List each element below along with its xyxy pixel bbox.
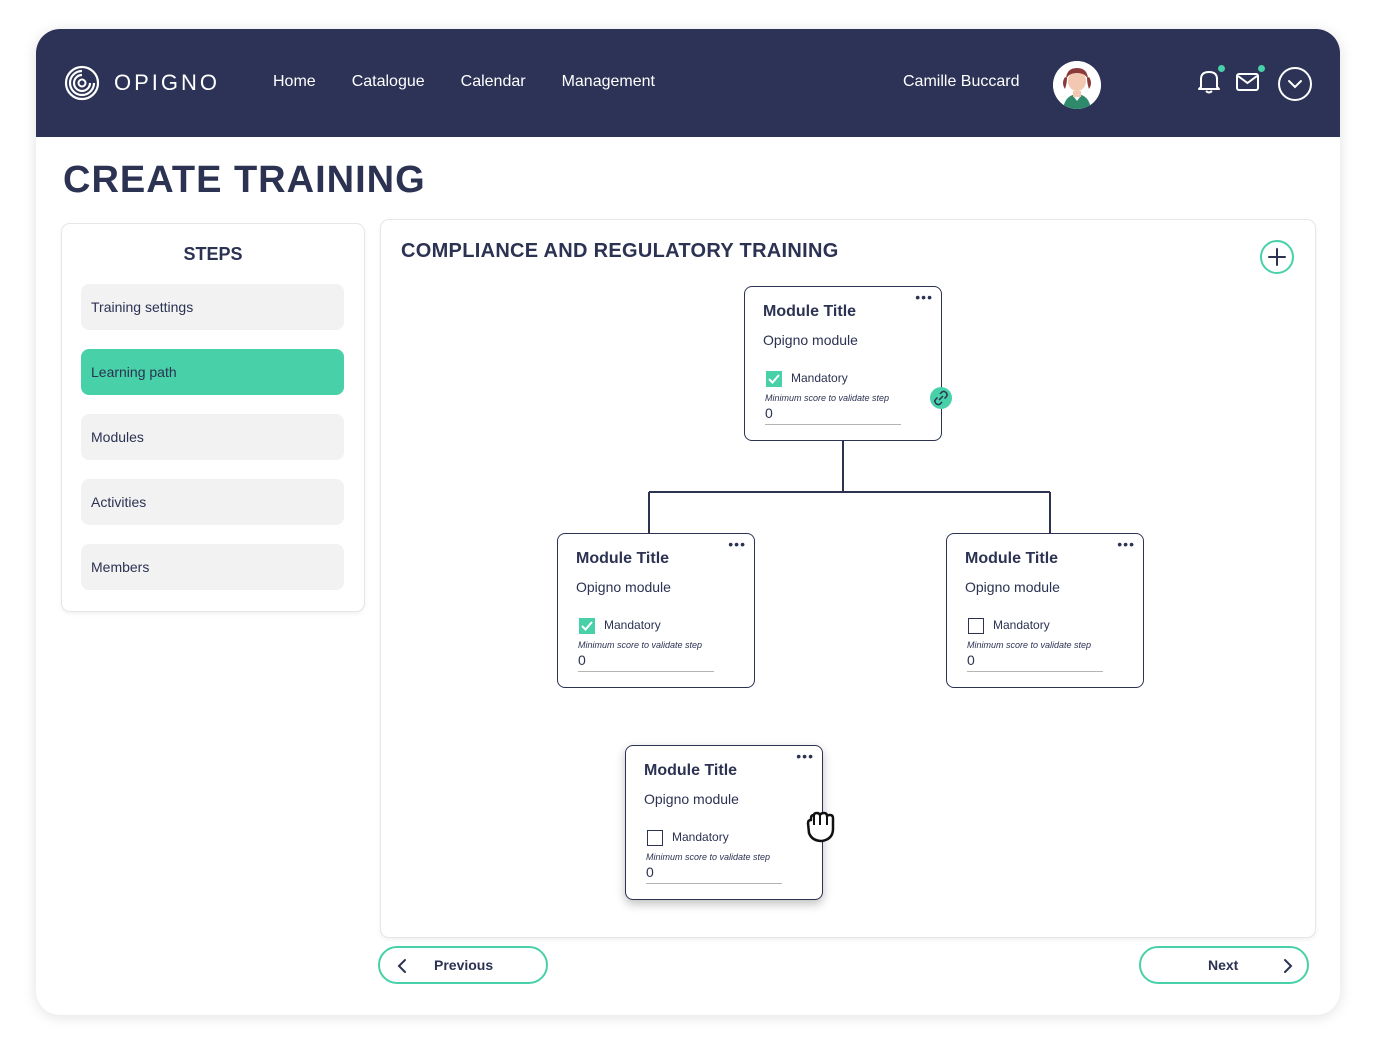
module-title: Module Title bbox=[576, 550, 670, 567]
module-card[interactable]: ••• Module Title Opigno module Mandatory… bbox=[946, 533, 1144, 688]
messages-button[interactable] bbox=[1235, 71, 1261, 98]
module-card-dragging[interactable]: ••• Module Title Opigno module Mandatory… bbox=[625, 745, 823, 900]
notifications-button[interactable] bbox=[1196, 67, 1222, 100]
mail-icon bbox=[1236, 73, 1259, 91]
mandatory-checkbox[interactable] bbox=[579, 618, 595, 634]
step-learning-path[interactable]: Learning path bbox=[81, 349, 344, 395]
add-module-button[interactable] bbox=[1260, 240, 1294, 274]
step-members[interactable]: Members bbox=[81, 544, 344, 590]
steps-title: STEPS bbox=[183, 244, 243, 264]
module-title: Module Title bbox=[644, 762, 738, 779]
steps-panel: STEPS Training settings Learning path Mo… bbox=[62, 224, 364, 611]
more-icon[interactable]: ••• bbox=[1117, 536, 1135, 552]
message-dot bbox=[1258, 65, 1265, 72]
score-input[interactable]: 0 bbox=[765, 405, 901, 425]
score-input[interactable]: 0 bbox=[646, 864, 782, 884]
score-label: Minimum score to validate step bbox=[765, 393, 890, 403]
step-activities[interactable]: Activities bbox=[81, 479, 344, 525]
score-label: Minimum score to validate step bbox=[967, 640, 1092, 650]
main-nav: Home Catalogue Calendar Management bbox=[273, 73, 691, 91]
module-card[interactable]: ••• Module Title Opigno module Mandatory… bbox=[557, 533, 755, 688]
grab-hand-icon bbox=[806, 811, 835, 843]
logo-text: OPIGNO bbox=[114, 70, 221, 95]
score-label: Minimum score to validate step bbox=[646, 852, 771, 862]
app-window: OPIGNO Home Catalogue Calendar Managemen… bbox=[36, 29, 1340, 1015]
nav-management[interactable]: Management bbox=[562, 73, 655, 91]
mandatory-checkbox[interactable] bbox=[647, 830, 663, 846]
logo-icon bbox=[64, 65, 100, 101]
score-input[interactable]: 0 bbox=[967, 652, 1103, 672]
canvas-title: COMPLIANCE AND REGULATORY TRAINING bbox=[401, 240, 839, 262]
module-subtitle: Opigno module bbox=[763, 332, 858, 348]
link-icon bbox=[934, 390, 948, 406]
avatar-image bbox=[1053, 61, 1101, 109]
avatar[interactable] bbox=[1053, 61, 1101, 109]
top-bar: OPIGNO Home Catalogue Calendar Managemen… bbox=[36, 29, 1340, 137]
score-input[interactable]: 0 bbox=[578, 652, 714, 672]
plus-icon bbox=[1268, 248, 1286, 266]
bell-icon bbox=[1198, 71, 1220, 94]
mandatory-checkbox[interactable] bbox=[766, 371, 782, 387]
mandatory-label: Mandatory bbox=[604, 618, 661, 632]
next-button[interactable]: Next bbox=[1139, 946, 1309, 984]
mandatory-label: Mandatory bbox=[791, 371, 848, 385]
learning-path-canvas[interactable]: COMPLIANCE AND REGULATORY TRAINING ••• M… bbox=[381, 220, 1315, 937]
check-icon bbox=[768, 374, 780, 384]
check-icon bbox=[581, 621, 593, 631]
nav-home[interactable]: Home bbox=[273, 73, 316, 91]
mandatory-checkbox[interactable] bbox=[968, 618, 984, 634]
link-button[interactable] bbox=[930, 387, 952, 409]
more-icon[interactable]: ••• bbox=[728, 536, 746, 552]
previous-label: Previous bbox=[434, 957, 494, 973]
score-label: Minimum score to validate step bbox=[578, 640, 703, 650]
user-name[interactable]: Camille Buccard bbox=[903, 73, 1019, 91]
step-training-settings[interactable]: Training settings bbox=[81, 284, 344, 330]
step-modules[interactable]: Modules bbox=[81, 414, 344, 460]
notification-dot bbox=[1218, 65, 1225, 72]
module-title: Module Title bbox=[965, 550, 1059, 567]
mandatory-label: Mandatory bbox=[672, 830, 729, 844]
module-subtitle: Opigno module bbox=[576, 579, 671, 595]
logo[interactable]: OPIGNO bbox=[64, 65, 220, 101]
nav-calendar[interactable]: Calendar bbox=[461, 73, 526, 91]
more-icon[interactable]: ••• bbox=[915, 289, 933, 305]
chevron-left-icon bbox=[397, 959, 406, 973]
mandatory-label: Mandatory bbox=[993, 618, 1050, 632]
chevron-right-icon bbox=[1284, 959, 1293, 973]
user-menu-button[interactable] bbox=[1277, 66, 1313, 107]
module-title: Module Title bbox=[763, 303, 857, 320]
chevron-down-icon bbox=[1278, 67, 1312, 101]
module-subtitle: Opigno module bbox=[965, 579, 1060, 595]
nav-catalogue[interactable]: Catalogue bbox=[352, 73, 425, 91]
page-title: CREATE TRAINING bbox=[63, 159, 426, 201]
module-subtitle: Opigno module bbox=[644, 791, 739, 807]
previous-button[interactable]: Previous bbox=[378, 946, 548, 984]
next-label: Next bbox=[1208, 957, 1239, 973]
more-icon[interactable]: ••• bbox=[796, 748, 814, 764]
module-card[interactable]: ••• Module Title Opigno module Mandatory… bbox=[744, 286, 942, 441]
